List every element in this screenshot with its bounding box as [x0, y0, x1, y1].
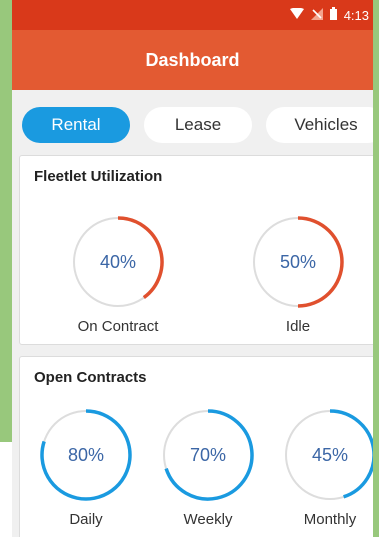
wifi-icon [289, 7, 304, 23]
tab-bar: Rental Lease Vehicles [12, 90, 373, 147]
gauge-on-contract[interactable]: 40% On Contract [68, 212, 168, 335]
status-time: 4:13 [343, 7, 369, 23]
gauge-label: Monthly [303, 511, 357, 528]
background-left [0, 0, 12, 442]
background-bottom-left [0, 442, 12, 537]
gauge-label: Idle [285, 318, 311, 335]
battery-icon [329, 7, 337, 23]
gauge-percent: 80% [67, 444, 105, 465]
status-bar: 4:13 [12, 0, 373, 30]
app-bar: Dashboard [12, 30, 373, 90]
gauge-percent: 70% [189, 444, 227, 465]
contracts-title: Open Contracts [34, 369, 147, 386]
gauge-idle[interactable]: 50% Idle [248, 212, 348, 335]
gauge-label: On Contract [77, 318, 159, 335]
phone-screen: 4:13 Dashboard Rental Lease Vehicles Fle… [12, 0, 373, 537]
tab-vehicles-label: Vehicles [294, 114, 358, 134]
tab-vehicles[interactable]: Vehicles [266, 106, 373, 143]
gauge-percent: 50% [279, 251, 317, 272]
tab-rental-label: Rental [51, 114, 101, 134]
utilization-card: Fleetlet Utilization 40% On Contract 50%… [19, 155, 373, 345]
tab-lease[interactable]: Lease [144, 106, 252, 143]
tab-rental[interactable]: Rental [22, 106, 130, 143]
page-title: Dashboard [145, 49, 240, 70]
contracts-card: Open Contracts 80% Daily 70% Weekly 45% [19, 356, 373, 537]
tab-lease-label: Lease [174, 114, 222, 134]
background-right [373, 0, 379, 537]
gauge-daily[interactable]: 80% Daily [36, 405, 136, 528]
gauge-percent: 40% [99, 251, 137, 272]
gauge-monthly[interactable]: 45% Monthly [280, 405, 373, 528]
gauge-percent: 45% [311, 444, 349, 465]
signal-icon [310, 7, 323, 23]
gauge-weekly[interactable]: 70% Weekly [158, 405, 258, 528]
utilization-title: Fleetlet Utilization [34, 168, 163, 185]
